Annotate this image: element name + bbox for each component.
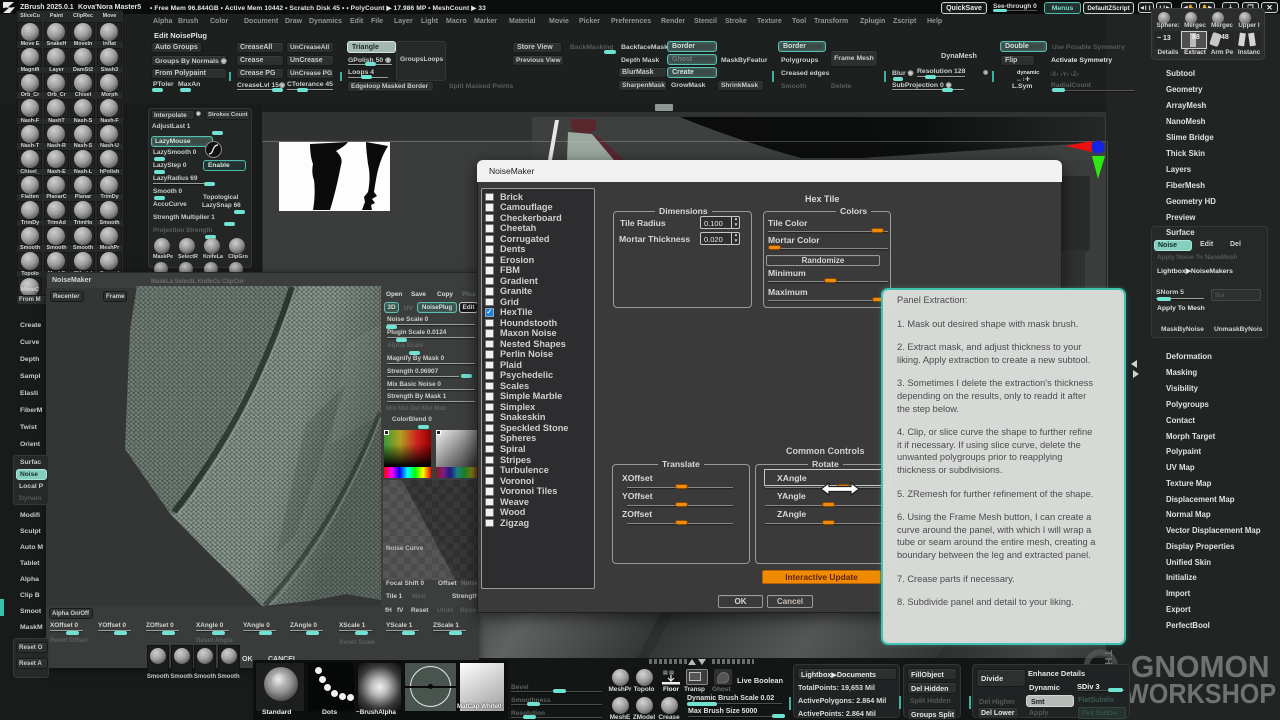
svg-text:▤ ▤: ▤ ▤ <box>663 670 674 676</box>
